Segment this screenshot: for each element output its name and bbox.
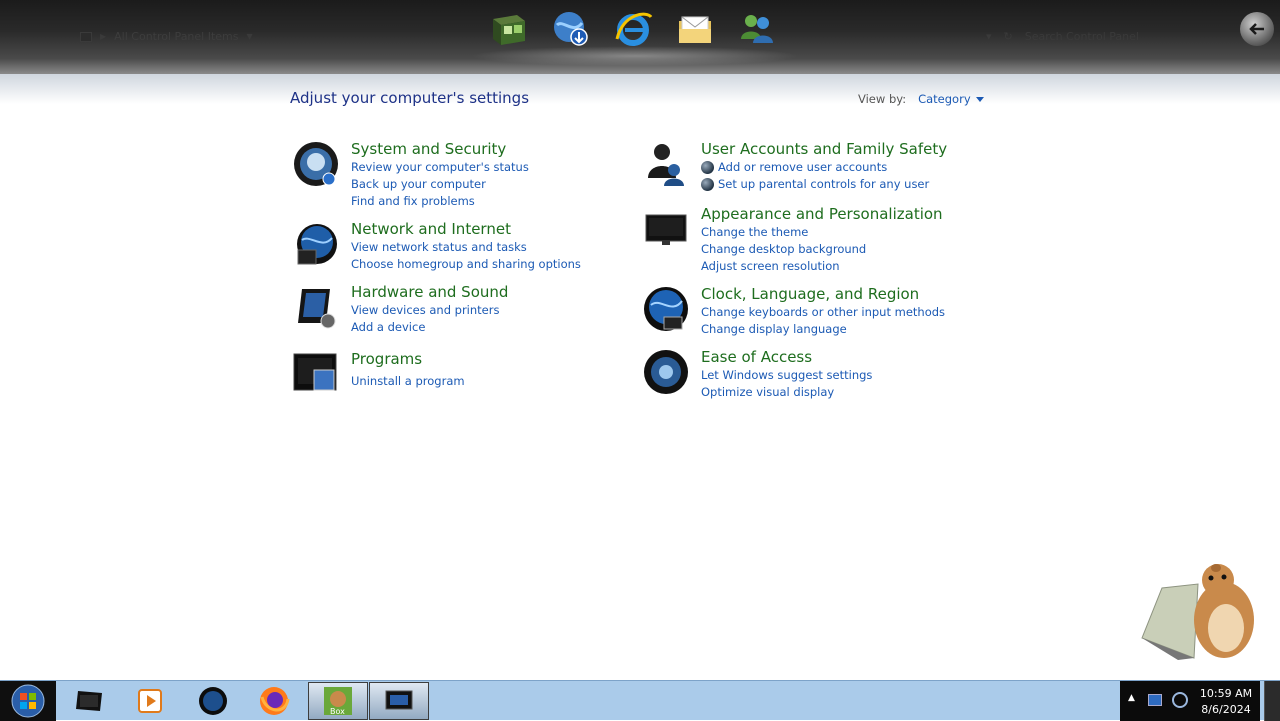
network-internet-icon[interactable]	[292, 220, 340, 268]
system-security-icon[interactable]	[292, 140, 340, 188]
taskbar-control-panel-icon[interactable]	[369, 682, 429, 720]
link-optimize-display[interactable]: Optimize visual display	[701, 384, 1021, 401]
category-title[interactable]: System and Security	[351, 140, 671, 159]
chevron-down-icon[interactable]: ▾	[986, 30, 992, 43]
back-arrow-icon[interactable]	[1240, 12, 1274, 46]
programs-icon[interactable]	[292, 350, 340, 398]
link-display-language[interactable]: Change display language	[701, 321, 1021, 338]
user-accounts-icon[interactable]	[642, 140, 690, 188]
link-desktop-background[interactable]: Change desktop background	[701, 241, 1021, 258]
search-bar[interactable]: ▾ ↻ Search Control Panel	[986, 30, 1139, 43]
link-fix-problems[interactable]: Find and fix problems	[351, 193, 671, 210]
breadcrumb-label[interactable]: All Control Panel Items	[114, 30, 238, 43]
taskbar: Box ▲ 10:59 AM 8/6/2024	[0, 680, 1280, 721]
taskbar-media-player-icon[interactable]	[120, 682, 180, 720]
taskbar-firefox-icon[interactable]	[244, 682, 304, 720]
link-suggest-settings[interactable]: Let Windows suggest settings	[701, 367, 1021, 384]
view-by-label: View by:	[858, 92, 907, 106]
page-title: Adjust your computer's settings	[290, 89, 530, 107]
view-by-control: View by: Category	[858, 92, 984, 106]
search-input[interactable]: Search Control Panel	[1025, 30, 1139, 43]
user-network-icon[interactable]	[736, 8, 778, 50]
link-label[interactable]: Set up parental controls for any user	[718, 176, 929, 193]
link-screen-resolution[interactable]: Adjust screen resolution	[701, 258, 1021, 275]
link-review-status[interactable]: Review your computer's status	[351, 159, 671, 176]
clock-language-icon[interactable]	[642, 285, 690, 333]
mail-folder-icon[interactable]	[674, 8, 716, 50]
globe-download-icon[interactable]	[550, 8, 592, 50]
category-title[interactable]: Programs	[351, 350, 671, 369]
link-label[interactable]: Add or remove user accounts	[718, 159, 887, 176]
svg-text:Box: Box	[330, 707, 345, 716]
chevron-down-icon[interactable]: ▼	[247, 32, 253, 41]
show-desktop-button[interactable]	[1264, 681, 1280, 721]
link-uninstall[interactable]: Uninstall a program	[351, 373, 671, 390]
category-title[interactable]: Network and Internet	[351, 220, 671, 239]
category-title[interactable]: Hardware and Sound	[351, 283, 671, 302]
hamster-gadget-icon[interactable]	[1138, 558, 1262, 664]
chevron-right-icon: ▶	[100, 32, 107, 41]
globe-icon	[701, 178, 714, 191]
clock[interactable]: 10:59 AM 8/6/2024	[1196, 686, 1256, 718]
taskbar-globe-icon[interactable]	[183, 682, 243, 720]
category-title[interactable]: Ease of Access	[701, 348, 1021, 367]
link-add-remove-users[interactable]: Add or remove user accounts	[701, 159, 1021, 176]
toolbar-dock	[488, 8, 778, 50]
category-title[interactable]: Appearance and Personalization	[701, 205, 1021, 224]
refresh-icon[interactable]: ↻	[1004, 30, 1013, 43]
link-network-status[interactable]: View network status and tasks	[351, 239, 671, 256]
taskbar-monitor-icon[interactable]	[60, 682, 120, 720]
system-tray: ▲ 10:59 AM 8/6/2024	[1120, 681, 1260, 721]
chevron-down-icon[interactable]	[975, 96, 984, 102]
display-icon[interactable]	[488, 8, 530, 50]
volume-icon[interactable]	[1172, 692, 1188, 708]
link-devices-printers[interactable]: View devices and printers	[351, 302, 671, 319]
hardware-sound-icon[interactable]	[292, 283, 340, 331]
globe-icon	[701, 161, 714, 174]
control-panel-icon	[80, 31, 92, 42]
link-homegroup[interactable]: Choose homegroup and sharing options	[351, 256, 671, 273]
internet-explorer-icon[interactable]	[612, 8, 654, 50]
control-panel-content: Adjust your computer's settings View by:…	[0, 78, 1280, 680]
link-add-device[interactable]: Add a device	[351, 319, 671, 336]
link-backup[interactable]: Back up your computer	[351, 176, 671, 193]
ease-of-access-icon[interactable]	[642, 348, 690, 396]
link-change-theme[interactable]: Change the theme	[701, 224, 1021, 241]
clock-date: 8/6/2024	[1201, 703, 1251, 716]
link-keyboards[interactable]: Change keyboards or other input methods	[701, 304, 1021, 321]
clock-time: 10:59 AM	[1199, 687, 1253, 700]
link-parental-controls[interactable]: Set up parental controls for any user	[701, 176, 1021, 193]
appearance-icon[interactable]	[642, 205, 690, 253]
breadcrumb[interactable]: ▶ All Control Panel Items ▼	[80, 30, 253, 43]
category-title[interactable]: User Accounts and Family Safety	[701, 140, 1021, 159]
start-button[interactable]	[0, 681, 56, 721]
view-by-dropdown[interactable]: Category	[918, 92, 984, 106]
taskbar-box-app-icon[interactable]: Box	[308, 682, 368, 720]
show-hidden-icons-icon[interactable]: ▲	[1128, 693, 1135, 703]
network-icon[interactable]	[1148, 694, 1162, 706]
view-by-value[interactable]: Category	[918, 92, 971, 106]
window-header: ▶ All Control Panel Items ▼ ▾ ↻ Search C…	[0, 0, 1280, 78]
category-title[interactable]: Clock, Language, and Region	[701, 285, 1021, 304]
